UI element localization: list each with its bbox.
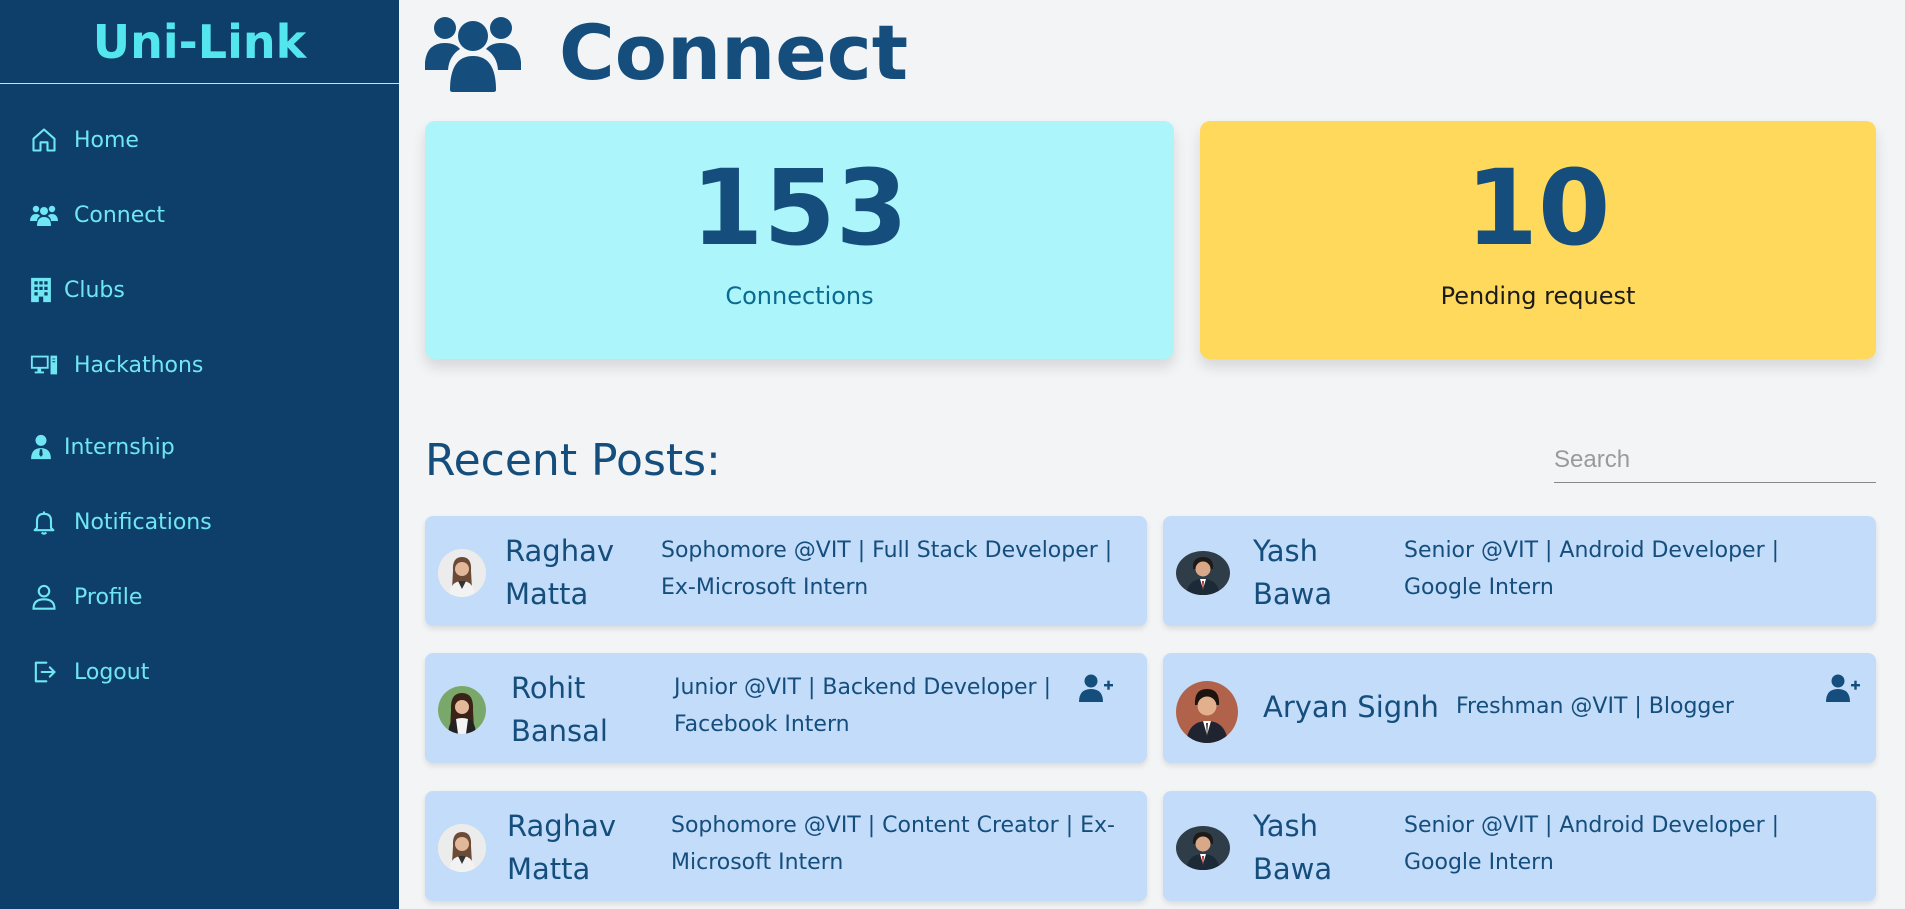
post-author-name[interactable]: Raghav Matta <box>507 805 616 891</box>
user-icon <box>32 584 56 610</box>
sidebar-item-profile[interactable]: Profile <box>30 583 142 611</box>
post-author-bio: Senior @VIT | Android Developer | Google… <box>1404 813 1780 875</box>
avatar <box>1176 681 1238 743</box>
search-input[interactable] <box>1554 438 1876 483</box>
post-author-name[interactable]: Yash Bawa <box>1253 805 1348 891</box>
post-author-bio: Sophomore @VIT | Content Creator | Ex-Mi… <box>671 813 1115 875</box>
post-card[interactable]: Raghav Matta Sophomore @VIT | Full Stack… <box>425 516 1147 626</box>
sidebar-item-label: Hackathons <box>74 352 204 378</box>
sidebar-item-connect[interactable]: Connect <box>30 201 165 229</box>
post-author-bio: Freshman @VIT | Blogger <box>1456 694 1734 719</box>
connections-count: 153 <box>690 147 909 269</box>
sidebar-item-hackathons[interactable]: Hackathons <box>30 351 203 379</box>
sidebar-item-home[interactable]: Home <box>30 126 139 154</box>
sidebar-item-internship[interactable]: Internship <box>30 433 175 461</box>
sidebar-item-clubs[interactable]: Clubs <box>30 276 125 304</box>
sidebar: Uni-Link Home Connect Clubs Hackathons I… <box>0 0 399 909</box>
post-author-bio: Sophomore @VIT | Full Stack Developer | … <box>661 538 1113 600</box>
users-icon <box>30 205 58 226</box>
post-card[interactable]: Raghav Matta Sophomore @VIT | Content Cr… <box>425 791 1147 901</box>
logout-icon <box>34 661 56 683</box>
page-title-text: Connect <box>559 8 909 97</box>
bell-icon <box>33 511 55 535</box>
page-title: Connect <box>425 14 908 92</box>
pending-count: 10 <box>1465 147 1611 269</box>
avatar <box>438 824 486 872</box>
sidebar-item-logout[interactable]: Logout <box>30 658 149 686</box>
building-icon <box>31 277 51 303</box>
post-card[interactable]: Rohit Bansal Junior @VIT | Backend Devel… <box>425 653 1147 763</box>
users-icon <box>425 17 521 92</box>
post-author-bio: Senior @VIT | Android Developer | Google… <box>1404 538 1780 600</box>
home-icon <box>32 128 56 152</box>
recent-posts-heading: Recent Posts: <box>425 435 721 486</box>
connections-card[interactable]: 153 Connections <box>425 121 1174 359</box>
avatar <box>438 686 486 734</box>
sidebar-item-label: Internship <box>64 434 175 460</box>
post-card[interactable]: Yash Bawa Senior @VIT | Android Develope… <box>1163 791 1876 901</box>
post-author-name[interactable]: Rohit Bansal <box>511 667 608 753</box>
brand-logo[interactable]: Uni-Link <box>0 0 399 84</box>
post-author-name[interactable]: Aryan Signh <box>1263 686 1439 729</box>
post-card[interactable]: Aryan Signh Freshman @VIT | Blogger <box>1163 653 1876 763</box>
post-author-name[interactable]: Yash Bawa <box>1253 530 1348 616</box>
sidebar-item-label: Clubs <box>64 277 125 303</box>
sidebar-item-label: Connect <box>74 202 165 228</box>
post-author-bio: Junior @VIT | Backend Developer | Facebo… <box>674 675 1051 737</box>
main-content: Connect 153 Connections 10 Pending reque… <box>399 0 1905 909</box>
post-author-name[interactable]: Raghav Matta <box>505 530 614 616</box>
post-card[interactable]: Yash Bawa Senior @VIT | Android Develope… <box>1163 516 1876 626</box>
sidebar-item-label: Profile <box>74 584 143 610</box>
avatar <box>1176 551 1230 595</box>
sidebar-item-label: Home <box>74 127 139 153</box>
sidebar-item-label: Notifications <box>74 509 212 535</box>
sidebar-item-notifications[interactable]: Notifications <box>30 508 212 536</box>
add-friend-icon[interactable] <box>1079 673 1113 703</box>
add-friend-icon[interactable] <box>1826 673 1860 703</box>
sidebar-item-label: Logout <box>74 659 150 685</box>
user-tie-icon <box>31 434 51 460</box>
computer-icon <box>30 355 58 375</box>
avatar <box>1176 826 1230 870</box>
connections-label: Connections <box>725 282 874 310</box>
pending-requests-card[interactable]: 10 Pending request <box>1200 121 1876 359</box>
avatar <box>438 549 486 597</box>
pending-label: Pending request <box>1440 282 1636 310</box>
